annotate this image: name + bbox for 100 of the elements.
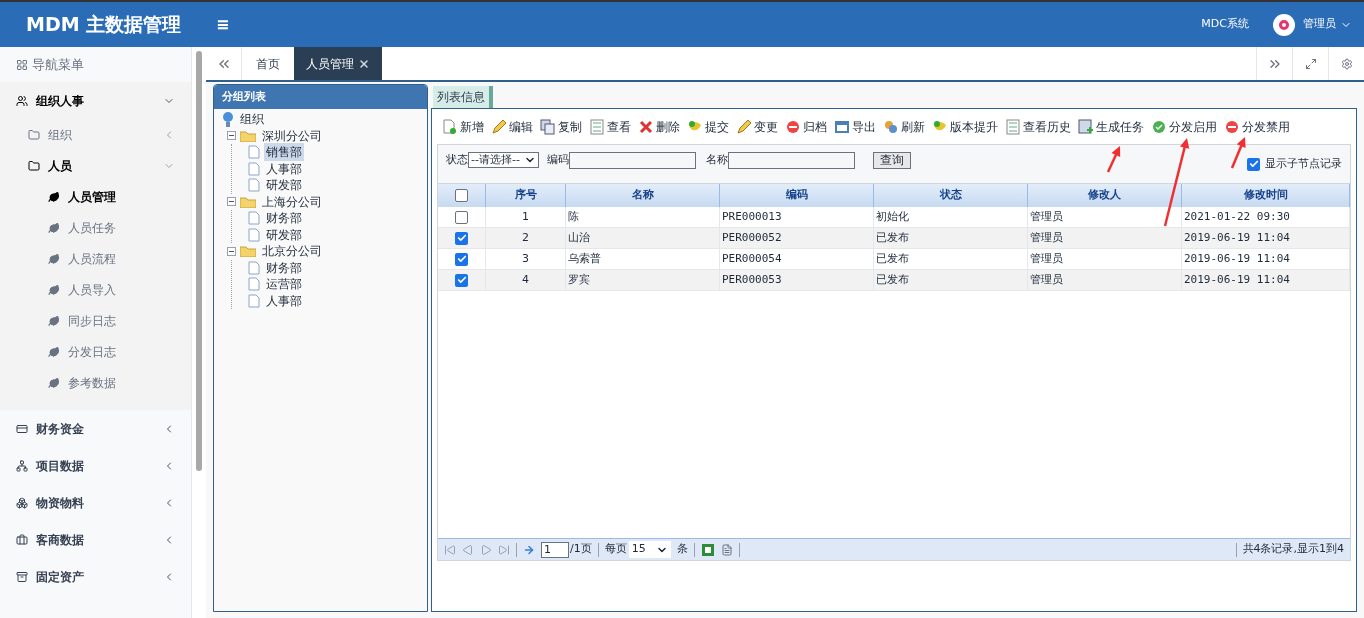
tree-node[interactable]: 上海分公司 [260, 192, 324, 211]
document-icon [248, 178, 260, 193]
checkbox[interactable] [455, 231, 468, 245]
toolbar-icon [1224, 119, 1240, 135]
status-select[interactable]: --请选择-- [468, 152, 539, 168]
page-tab[interactable]: 人员管理 [294, 47, 382, 80]
page-field[interactable]: 1 [541, 541, 569, 558]
leaf-icon [48, 190, 60, 203]
document-icon [248, 227, 260, 242]
tree-node[interactable]: 深圳分公司 [260, 126, 324, 145]
per-page-label: 每页 [604, 541, 627, 558]
table-cell: PER000053 [720, 270, 874, 290]
menu-group[interactable]: 组织人事 [0, 82, 191, 119]
go-page-icon[interactable] [523, 543, 535, 556]
toolbar-button[interactable]: 分发禁用 [1224, 118, 1290, 136]
tree-node[interactable]: 研发部 [264, 225, 304, 244]
toolbar-button[interactable]: 变更 [736, 118, 778, 136]
checkbox[interactable] [455, 252, 468, 266]
collapse-icon[interactable] [227, 131, 236, 141]
toolbar-button[interactable]: 版本提升 [932, 118, 998, 136]
menu-group[interactable]: 客商数据 [0, 521, 191, 558]
tree-node[interactable]: 人事部 [264, 159, 304, 178]
document-icon [248, 260, 260, 275]
toolbar-button[interactable]: 归档 [785, 118, 827, 136]
tree-node[interactable]: 销售部 [264, 143, 304, 162]
tree-node[interactable]: 人事部 [264, 291, 304, 310]
checkbox[interactable] [1247, 157, 1260, 171]
menu-group[interactable]: 固定资产 [0, 558, 191, 595]
record-summary: 共4条记录,显示1到4 [1242, 541, 1344, 558]
document-icon[interactable] [720, 543, 733, 556]
menu-group[interactable]: 项目数据 [0, 447, 191, 484]
toolbar-button[interactable]: 导出 [834, 118, 876, 136]
tree-node[interactable]: 北京分公司 [260, 242, 324, 261]
menu-folder[interactable]: 组织 [0, 119, 191, 150]
document-icon [248, 277, 260, 292]
toolbar-icon [638, 119, 654, 135]
collapse-icon[interactable] [227, 246, 236, 256]
toolbar-icon [883, 119, 899, 135]
table-cell: 3 [486, 249, 566, 269]
name-field[interactable] [727, 152, 855, 169]
toolbar-icon [736, 119, 752, 135]
toolbar-button[interactable]: 提交 [687, 118, 729, 136]
checkbox[interactable] [455, 210, 468, 224]
user-avatar[interactable] [1273, 13, 1295, 36]
toolbar-button[interactable]: 查看 [589, 118, 631, 136]
toolbar-button[interactable]: 查看历史 [1005, 118, 1071, 136]
menu-item[interactable]: 人员流程 [0, 243, 191, 274]
menu-folder[interactable]: 人员 [0, 150, 191, 181]
scrollbar[interactable] [196, 51, 202, 471]
toolbar-button[interactable]: 编辑 [491, 118, 533, 136]
table-cell: 罗宾 [566, 270, 720, 290]
tree-node[interactable]: 运营部 [264, 275, 304, 294]
table-cell: 管理员 [1028, 228, 1182, 248]
toolbar-button[interactable]: 分发启用 [1151, 118, 1217, 136]
menu-item[interactable]: 人员导入 [0, 274, 191, 305]
tree-node[interactable]: 财务部 [264, 209, 304, 228]
toolbar-button[interactable]: 复制 [540, 118, 582, 136]
collapse-icon[interactable] [227, 197, 236, 207]
toolbar-icon [540, 119, 556, 135]
tree-node[interactable]: 组织 [238, 110, 266, 129]
menu-item[interactable]: 人员任务 [0, 212, 191, 243]
toolbar-button[interactable]: 新增 [442, 118, 484, 136]
folder-icon [28, 128, 40, 141]
unit-label: 条 [676, 541, 688, 558]
query-button[interactable]: 查询 [872, 152, 911, 169]
user-menu[interactable]: 管理员 [1303, 16, 1336, 33]
leaf-icon [48, 221, 60, 234]
toolbar-icon [1151, 119, 1167, 135]
toolbar-button[interactable]: 删除 [638, 118, 680, 136]
menu-group[interactable]: 物资物料 [0, 484, 191, 521]
per-page-select[interactable]: 15 [628, 541, 671, 558]
tree-node[interactable]: 财务部 [264, 258, 304, 277]
menu-item[interactable]: 参考数据 [0, 367, 191, 398]
excel-icon[interactable] [700, 542, 715, 557]
menu-item[interactable]: 同步日志 [0, 305, 191, 336]
tree-node[interactable]: 研发部 [264, 176, 304, 195]
globe-icon [222, 111, 234, 127]
menu-item[interactable]: 人员管理 [0, 181, 191, 212]
nav-menu-title: 导航菜单 [32, 55, 84, 74]
table-cell: 2019-06-19 11:04 [1182, 228, 1350, 248]
checkbox[interactable] [455, 273, 468, 287]
toolbar-icon [785, 119, 801, 135]
close-icon[interactable] [358, 57, 370, 70]
page-tab[interactable]: 首页 [242, 47, 294, 80]
folder-icon [240, 195, 256, 208]
table-cell: 2019-06-19 11:04 [1182, 270, 1350, 290]
system-link[interactable]: MDC系统 [1201, 16, 1249, 33]
code-field[interactable] [568, 152, 696, 169]
menu-group[interactable]: 财务资金 [0, 410, 191, 447]
menu-item[interactable]: 分发日志 [0, 336, 191, 367]
toolbar-button[interactable]: 刷新 [883, 118, 925, 136]
menu-toggle[interactable]: ≡ [216, 12, 230, 37]
checkbox[interactable] [455, 189, 468, 202]
document-icon [248, 161, 260, 176]
toolbar-button[interactable]: 生成任务 [1078, 118, 1144, 136]
panel-tab[interactable]: 列表信息 [433, 86, 493, 108]
toolbar-icon [589, 119, 605, 135]
table-cell: 乌索普 [566, 249, 720, 269]
panel-title: 分组列表 [222, 88, 266, 105]
leaf-icon [48, 376, 60, 389]
